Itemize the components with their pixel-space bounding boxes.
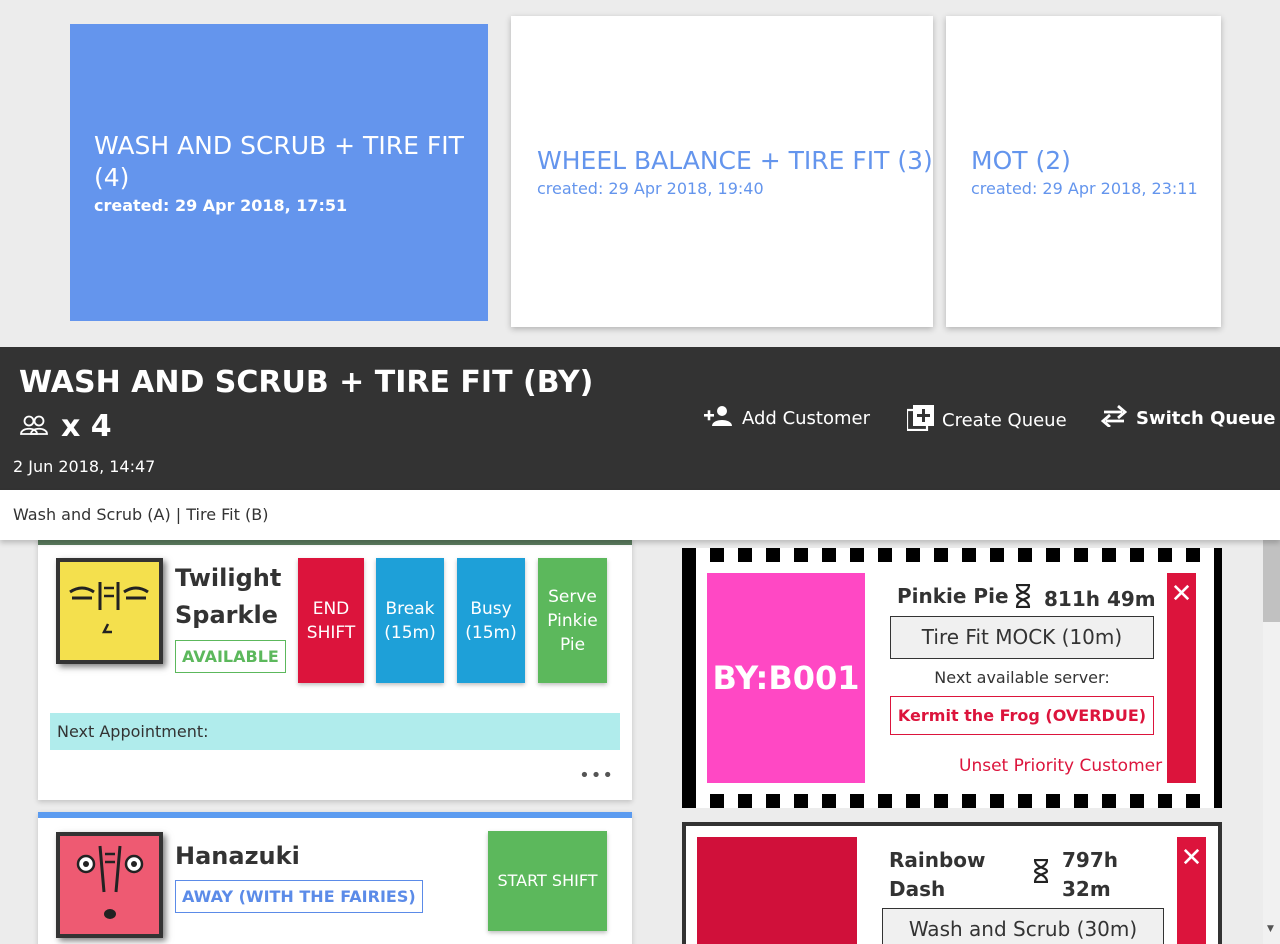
close-icon[interactable]: ✕ xyxy=(1177,837,1206,944)
customer-name-line2: Dash xyxy=(889,877,946,901)
queue-header-title: WASH AND SCRUB + TIRE FIT (BY) xyxy=(19,365,594,400)
wait-time: 811h 49m xyxy=(1014,583,1156,613)
close-icon[interactable]: ✕ xyxy=(1167,573,1196,783)
status-badge: AVAILABLE xyxy=(175,640,286,673)
next-server: Kermit the Frog (OVERDUE) xyxy=(890,696,1154,735)
scroll-down-arrow-icon[interactable]: ▼ xyxy=(1267,924,1274,934)
avatar xyxy=(56,832,163,938)
customer-name: Rainbow Dash xyxy=(889,846,986,904)
service-box: Wash and Scrub (30m) xyxy=(882,908,1164,944)
queue-card-wheel-balance[interactable]: WHEEL BALANCE + TIRE FIT (3) created: 29… xyxy=(511,16,933,327)
scrollbar-thumb[interactable] xyxy=(1263,540,1280,622)
customer-card-pinkie-pie: BY:B001 Pinkie Pie 811h 49m Tire Fit MOC… xyxy=(682,548,1222,808)
switch-queue-button[interactable]: Switch Queue xyxy=(1100,404,1276,432)
wait-time-value: 811h 49m xyxy=(1044,586,1156,611)
customer-name-line1: Rainbow xyxy=(889,848,986,872)
swap-arrows-icon xyxy=(1100,404,1136,432)
end-shift-button[interactable]: END SHIFT xyxy=(298,558,364,683)
queue-card-wash-scrub[interactable]: WASH AND SCRUB + TIRE FIT (4) created: 2… xyxy=(70,24,488,321)
switch-queue-label: Switch Queue xyxy=(1136,408,1276,429)
queue-services-text: Wash and Scrub (A) | Tire Fit (B) xyxy=(13,505,269,524)
queue-created: created: 29 Apr 2018, 23:11 xyxy=(971,179,1198,198)
customer-card-rainbow-dash: Rainbow Dash 797h 32m Wash and Scrub (30… xyxy=(682,822,1222,944)
server-name-line1: Twilight xyxy=(175,564,282,592)
ticket-number xyxy=(697,837,857,944)
queue-title: WHEEL BALANCE + TIRE FIT (3) xyxy=(537,146,933,175)
people-icon xyxy=(19,414,49,440)
service-box: Tire Fit MOCK (10m) xyxy=(890,616,1154,659)
break-button[interactable]: Break (15m) xyxy=(376,558,444,683)
start-shift-button[interactable]: START SHIFT xyxy=(488,831,607,931)
wait-time: 797h 32m xyxy=(1032,846,1118,904)
create-queue-label: Create Queue xyxy=(942,410,1067,431)
unset-priority-link[interactable]: Unset Priority Customer xyxy=(959,756,1162,776)
queue-title: MOT (2) xyxy=(971,146,1071,175)
library-add-icon xyxy=(905,405,942,436)
add-customer-button[interactable]: Add Customer xyxy=(704,405,870,432)
queue-header: WASH AND SCRUB + TIRE FIT (BY) x 4 2 Jun… xyxy=(0,347,1280,490)
next-server-label: Next available server: xyxy=(934,668,1110,687)
ticket-number: BY:B001 xyxy=(707,573,865,783)
create-queue-button[interactable]: Create Queue xyxy=(905,405,1067,436)
add-person-icon xyxy=(704,405,742,432)
customer-count-value: x 4 xyxy=(61,409,112,444)
queue-title: WASH AND SCRUB + TIRE FIT (4) xyxy=(94,131,464,192)
wait-time-value: 797h 32m xyxy=(1062,846,1118,904)
server-card-twilight-sparkle: Twilight Sparkle AVAILABLE END SHIFT Bre… xyxy=(38,538,632,800)
server-name: Twilight Sparkle xyxy=(175,560,281,634)
add-customer-label: Add Customer xyxy=(742,408,871,429)
server-card-hanazuki: Hanazuki AWAY (WITH THE FAIRIES) START S… xyxy=(38,812,632,944)
queue-header-date: 2 Jun 2018, 14:47 xyxy=(13,457,156,476)
wait-time-minutes: 32m xyxy=(1062,877,1111,901)
hourglass-icon xyxy=(1014,583,1044,613)
server-name-line2: Sparkle xyxy=(175,601,278,629)
busy-button[interactable]: Busy (15m) xyxy=(457,558,525,683)
status-badge: AWAY (WITH THE FAIRIES) xyxy=(175,880,423,913)
queue-created: created: 29 Apr 2018, 19:40 xyxy=(537,179,764,198)
hourglass-icon xyxy=(1032,858,1062,891)
customer-name: Pinkie Pie xyxy=(897,584,1009,608)
server-name: Hanazuki xyxy=(175,842,300,870)
serve-customer-button[interactable]: Serve Pinkie Pie xyxy=(538,558,607,683)
page-scrollbar[interactable]: ▼ xyxy=(1263,540,1280,944)
customer-count: x 4 xyxy=(19,409,112,444)
wait-time-hours: 797h xyxy=(1062,848,1118,872)
avatar xyxy=(56,558,163,664)
queue-created: created: 29 Apr 2018, 17:51 xyxy=(94,196,348,215)
more-options-icon[interactable]: ••• xyxy=(579,765,614,786)
queue-card-mot[interactable]: MOT (2) created: 29 Apr 2018, 23:11 xyxy=(946,16,1221,327)
next-appointment: Next Appointment: xyxy=(50,713,620,750)
queue-services-bar: Wash and Scrub (A) | Tire Fit (B) xyxy=(0,490,1280,540)
